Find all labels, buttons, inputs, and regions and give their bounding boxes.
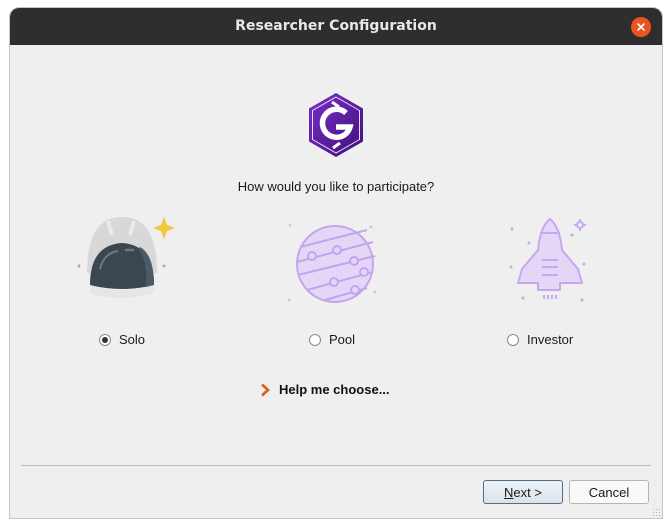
- next-label: ext >: [513, 484, 542, 500]
- radio-button[interactable]: [309, 333, 321, 346]
- next-button[interactable]: Next >: [483, 480, 563, 504]
- radio-button[interactable]: [507, 333, 519, 346]
- footer-separator: [21, 465, 651, 466]
- close-button[interactable]: [631, 17, 651, 37]
- gridcoin-logo-icon: [309, 93, 363, 157]
- dialog-content: How would you like to participate? Solo …: [10, 45, 662, 518]
- title-bar[interactable]: Researcher Configuration: [10, 8, 662, 45]
- resize-grip[interactable]: [652, 508, 660, 516]
- participation-question: How would you like to participate?: [237, 179, 435, 194]
- radio-investor[interactable]: Investor: [507, 332, 573, 347]
- next-mnemonic: N: [504, 484, 514, 500]
- dialog-window: Researcher Configuration How would you l…: [10, 8, 662, 518]
- radio-label: Solo: [119, 332, 146, 347]
- help-me-choose-link[interactable]: Help me choose...: [260, 382, 390, 397]
- radio-pool[interactable]: Pool: [309, 332, 355, 347]
- close-icon: [637, 23, 645, 31]
- radio-solo[interactable]: Solo: [99, 332, 145, 347]
- window-title: Researcher Configuration: [235, 18, 437, 34]
- astronaut-helmet-icon: [77, 217, 175, 298]
- help-link-label: Help me choose...: [279, 382, 390, 397]
- radio-label: Pool: [329, 332, 356, 347]
- chevron-right-icon: [261, 383, 270, 396]
- planet-icon: [287, 223, 377, 303]
- space-shuttle-icon: [509, 218, 586, 302]
- cancel-button[interactable]: Cancel: [569, 480, 649, 504]
- radio-button-checked[interactable]: [99, 333, 111, 346]
- radio-label: Investor: [527, 332, 574, 347]
